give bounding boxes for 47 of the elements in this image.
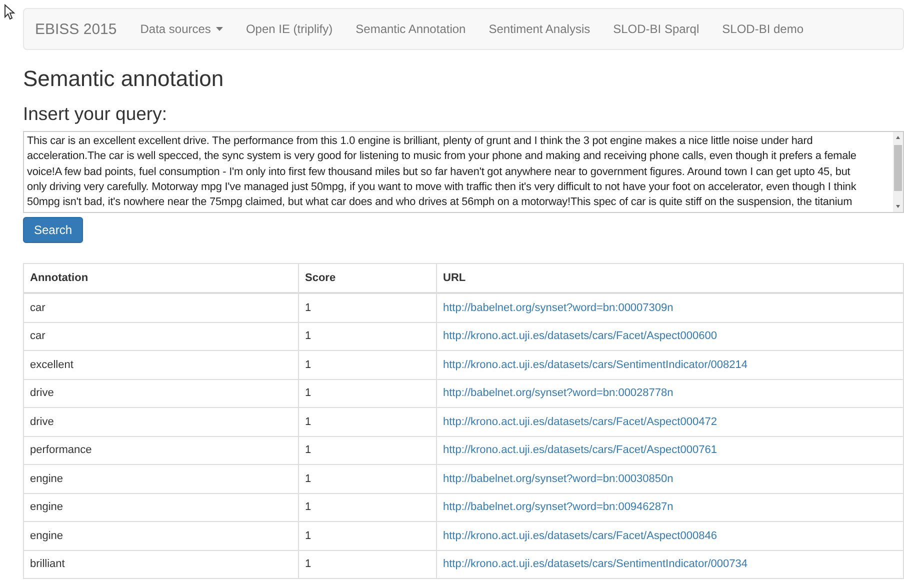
- url-link[interactable]: http://krono.act.uji.es/datasets/cars/Facet/Aspect000600: [436, 322, 904, 350]
- caret-icon: [216, 27, 223, 31]
- url-link[interactable]: http://krono.act.uji.es/datasets/cars/SentimentIndicator/008214: [436, 350, 904, 379]
- url-link[interactable]: http://krono.act.uji.es/datasets/cars/Facet/Aspect000846: [436, 522, 904, 550]
- nav-link[interactable]: SLOD-BI demo: [710, 22, 816, 36]
- table-cell: brilliant: [24, 550, 298, 578]
- table-cell: 1: [298, 350, 436, 379]
- url-link[interactable]: http://babelnet.org/synset?word=bn:00007309n: [436, 293, 904, 322]
- table-cell: excellent: [24, 350, 298, 379]
- nav-link[interactable]: Open IE (triplify): [234, 22, 344, 36]
- table-cell: performance: [24, 436, 298, 464]
- url-link[interactable]: http://krono.act.uji.es/datasets/cars/SentimentIndicator/000734: [436, 550, 904, 578]
- table-cell: car: [24, 322, 298, 350]
- table-cell: drive: [24, 408, 298, 436]
- url-link[interactable]: http://krono.act.uji.es/datasets/cars/Facet/Aspect000472: [436, 408, 904, 436]
- nav-link[interactable]: SLOD-BI Sparql: [602, 22, 711, 36]
- table-cell: 1: [298, 493, 436, 522]
- table-cell: 1: [298, 293, 436, 322]
- nav-link[interactable]: Semantic Annotation: [344, 22, 478, 36]
- page-title: Semantic annotation: [23, 66, 225, 92]
- table-cell: 1: [298, 408, 436, 436]
- table-cell: drive: [24, 379, 298, 408]
- dropdown-menu[interactable]: Data sources: [128, 22, 234, 36]
- brand-link[interactable]: EBISS 2015: [35, 20, 117, 38]
- mouse-pointer-icon: [4, 4, 15, 20]
- column-header: Score: [298, 264, 436, 293]
- search-button[interactable]: Search: [23, 217, 84, 243]
- table-cell: 1: [298, 436, 436, 464]
- url-link[interactable]: http://babelnet.org/synset?word=bn:00946287n: [436, 493, 904, 522]
- table-cell: 1: [298, 550, 436, 578]
- table-cell: engine: [24, 493, 298, 522]
- query-label: Insert your query:: [23, 103, 168, 125]
- table-cell: engine: [24, 522, 298, 550]
- table-cell: car: [24, 293, 298, 322]
- url-link[interactable]: http://krono.act.uji.es/datasets/cars/Facet/Aspect000761: [436, 436, 904, 464]
- nav-link[interactable]: Sentiment Analysis: [477, 22, 602, 36]
- scrollbar[interactable]: [893, 132, 903, 212]
- table-cell: 1: [298, 464, 436, 493]
- column-header: URL: [436, 264, 904, 293]
- query-text-area[interactable]: This car is an excellent excellent drive. The performance from this 1.0 engine is brilliant, plenty of grunt and I think the 3 pot engine makes a nice little noise under hard acceleration.The car is well specced, the sync system is very good for listening to music from your phone and making and receiving phone calls, even though it prefers a female voice!A few bad points, fuel consumption - I'm only into first few thousand miles but so far haven't got anywhere near to government figures. Around town I can get upto 45, but only driving very carefully. Motorway mpg I've managed just 50mpg, if you want to move with traffic then it's very difficult to not have your foot on accelerator, even though I think 50mpg isn't bad, it's nowhere near the 75mpg claimed, but what car does and who drives at 56mph on a motorway!This spec of car is quite stiff on the suspension, the titanium: [23, 131, 904, 213]
- url-link[interactable]: http://babelnet.org/synset?word=bn:00028778n: [436, 379, 904, 408]
- url-link[interactable]: http://babelnet.org/synset?word=bn:00030850n: [436, 464, 904, 493]
- table-cell: 1: [298, 322, 436, 350]
- table-cell: engine: [24, 464, 298, 493]
- column-header: Annotation: [24, 264, 298, 293]
- table-cell: 1: [298, 379, 436, 408]
- table-cell: 1: [298, 522, 436, 550]
